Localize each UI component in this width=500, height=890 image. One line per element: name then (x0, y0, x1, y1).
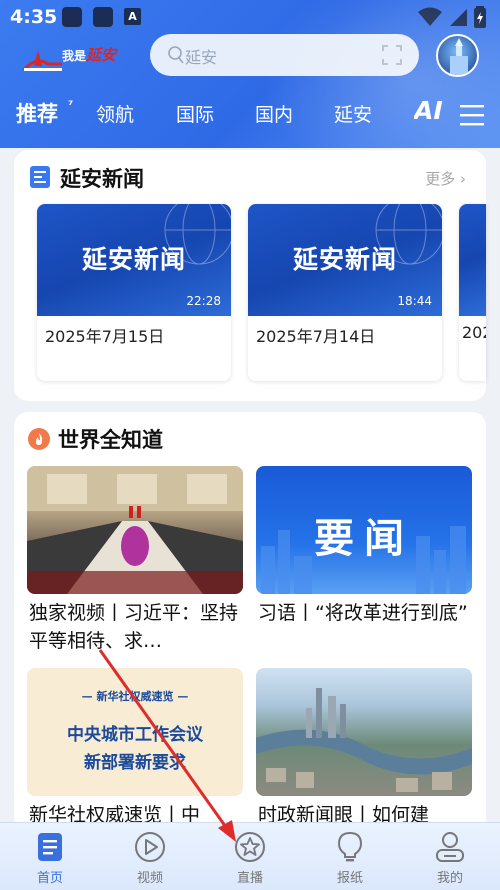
banner-text: 要闻 (314, 516, 414, 562)
news-item[interactable]: 要闻 习语丨“将改革进行到底” (256, 466, 472, 662)
news-date: 2025年7月15日 (45, 327, 165, 346)
status-icons (418, 6, 486, 28)
news-thumbnail: 延安新闻 18:44 (248, 204, 442, 316)
channel-tabs: 推荐 ⁷ 领航 国际 国内 延安 AI (0, 90, 500, 140)
bottom-navigation: 首页 视频 直播 报纸 我的 (0, 822, 500, 890)
play-icon (135, 832, 165, 862)
news-caption: 独家视频丨习近平：坚持平等相待、求… (29, 602, 239, 652)
more-link[interactable]: 更多 › (425, 168, 466, 189)
xinhua-banner: — 新华社权威速览 — 中央城市工作会议 新部署新要求 (27, 668, 243, 796)
banner-line-2: 新部署新要求 (84, 753, 186, 773)
logo-mark-icon (22, 50, 62, 72)
news-caption: 习语丨“将改革进行到底” (258, 602, 468, 624)
nav-label: 直播 (236, 871, 263, 886)
tab-recommend[interactable]: 推荐 (16, 98, 58, 128)
news-date: 2025年7月14日 (256, 327, 376, 346)
status-bar: 4:35 A (0, 0, 500, 34)
search-icon (168, 46, 184, 64)
tab-international[interactable]: 国际 (176, 100, 214, 127)
news-item[interactable]: 时政新闻眼丨如何建 (256, 668, 472, 832)
bulb-icon (337, 831, 363, 862)
nav-label: 我的 (436, 871, 463, 886)
video-duration: 18:44 (397, 294, 432, 308)
battery-icon (474, 6, 486, 28)
signal-icon (450, 9, 467, 26)
document-icon (30, 166, 50, 188)
nav-label: 视频 (136, 871, 163, 886)
news-card[interactable]: 延安新闻 22:28 2025年7月15日 (37, 204, 231, 381)
tab-yanan[interactable]: 延安 (334, 100, 372, 127)
tab-linghang[interactable]: 领航 (96, 100, 134, 127)
news-card[interactable]: 延安新闻 18:44 2025年7月14日 (248, 204, 442, 381)
yanan-news-section: 延安新闻 更多 › 延安新闻 22:28 2025年7月15日 延安新闻 18:… (14, 150, 486, 401)
search-placeholder: 延安 (185, 48, 218, 67)
meeting-scene-icon (27, 466, 243, 594)
world-news-section: 世界全知道 独家视频丨习近平：坚持平等相待、求… 要闻 习语丨“将改革进行到底”… (14, 412, 486, 832)
tab-domestic[interactable]: 国内 (255, 100, 293, 127)
news-item[interactable]: — 新华社权威速览 — 中央城市工作会议 新部署新要求 新华社权威速览丨中 (27, 668, 243, 832)
headline-banner: 要闻 (256, 466, 472, 594)
home-doc-icon (38, 833, 62, 861)
tower-image-icon (450, 38, 468, 75)
city-aerial-photo (256, 668, 472, 796)
status-time: 4:35 (10, 6, 58, 28)
app-notification-icon (93, 7, 113, 27)
app-notification-icon (62, 7, 82, 27)
section-title: 延安新闻 (60, 167, 144, 191)
thumb-title: 延安新闻 (292, 245, 397, 274)
news-item[interactable]: 独家视频丨习近平：坚持平等相待、求… (27, 466, 243, 662)
banner-line-1: 中央城市工作会议 (67, 725, 203, 745)
fire-icon (28, 428, 50, 450)
news-card[interactable]: 202 (459, 204, 486, 381)
meeting-photo (27, 466, 243, 594)
nav-label: 首页 (36, 871, 63, 886)
tab-ai[interactable]: AI (414, 96, 454, 125)
scan-icon[interactable] (382, 45, 402, 65)
star-icon (235, 832, 265, 862)
refresh-indicator-icon: ⁷ (68, 98, 74, 112)
menu-icon[interactable] (460, 104, 484, 126)
nav-label: 报纸 (336, 871, 363, 886)
news-thumbnail: 延安新闻 22:28 (37, 204, 231, 316)
app-logo[interactable]: 我是延安 (22, 40, 122, 74)
video-duration: 22:28 (186, 294, 221, 308)
app-header: 4:35 A 我是延安 延安 推荐 ⁷ 领航 国际 国内 延安 AI (0, 0, 500, 148)
wifi-icon (418, 7, 442, 26)
notification-a-icon: A (124, 8, 141, 25)
thumb-title: 延安新闻 (81, 245, 186, 274)
city-aerial-icon (256, 688, 472, 792)
user-icon (436, 832, 464, 862)
logo-text: 我是延安 (62, 46, 117, 64)
avatar[interactable] (436, 34, 479, 77)
news-date: 202 (462, 323, 486, 342)
section-title: 世界全知道 (58, 428, 163, 452)
search-bar[interactable]: 延安 (150, 34, 419, 76)
banner-subtitle: — 新华社权威速览 — (81, 690, 189, 703)
news-thumbnail (459, 204, 486, 316)
